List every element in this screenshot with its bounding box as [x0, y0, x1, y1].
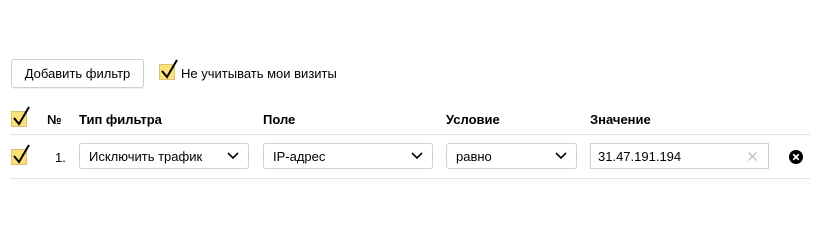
value-text: 31.47.191.194	[598, 148, 682, 164]
checkmark-icon	[161, 59, 178, 79]
header-condition: Условие	[446, 112, 500, 127]
row-number: 1.	[55, 150, 66, 165]
checkmark-icon	[13, 106, 30, 126]
ignore-visits-checkbox[interactable]	[159, 59, 178, 80]
chevron-down-icon	[411, 152, 423, 160]
field-select[interactable]: IP-адрес	[263, 143, 433, 169]
header-field: Поле	[263, 112, 296, 127]
select-all-checkbox[interactable]	[11, 106, 30, 127]
remove-row-icon[interactable]	[789, 150, 803, 164]
condition-select[interactable]: равно	[446, 143, 577, 169]
chevron-down-icon	[555, 152, 567, 160]
row-separator	[10, 178, 810, 179]
value-input[interactable]: 31.47.191.194	[590, 143, 769, 169]
header-value: Значение	[590, 112, 651, 127]
row-checkbox[interactable]	[11, 144, 30, 165]
condition-value: равно	[456, 148, 492, 164]
field-value: IP-адрес	[273, 148, 326, 164]
filter-type-select[interactable]: Исключить трафик	[79, 143, 249, 169]
add-filter-button[interactable]: Добавить фильтр	[11, 59, 144, 88]
clear-input-icon[interactable]	[748, 152, 757, 161]
header-number: №	[47, 112, 62, 127]
ignore-visits-label: Не учитывать мои визиты	[181, 66, 337, 81]
chevron-down-icon	[227, 152, 239, 160]
header-separator	[10, 134, 810, 135]
header-filter-type: Тип фильтра	[79, 112, 162, 127]
checkmark-icon	[13, 144, 30, 164]
filter-type-value: Исключить трафик	[89, 148, 203, 164]
